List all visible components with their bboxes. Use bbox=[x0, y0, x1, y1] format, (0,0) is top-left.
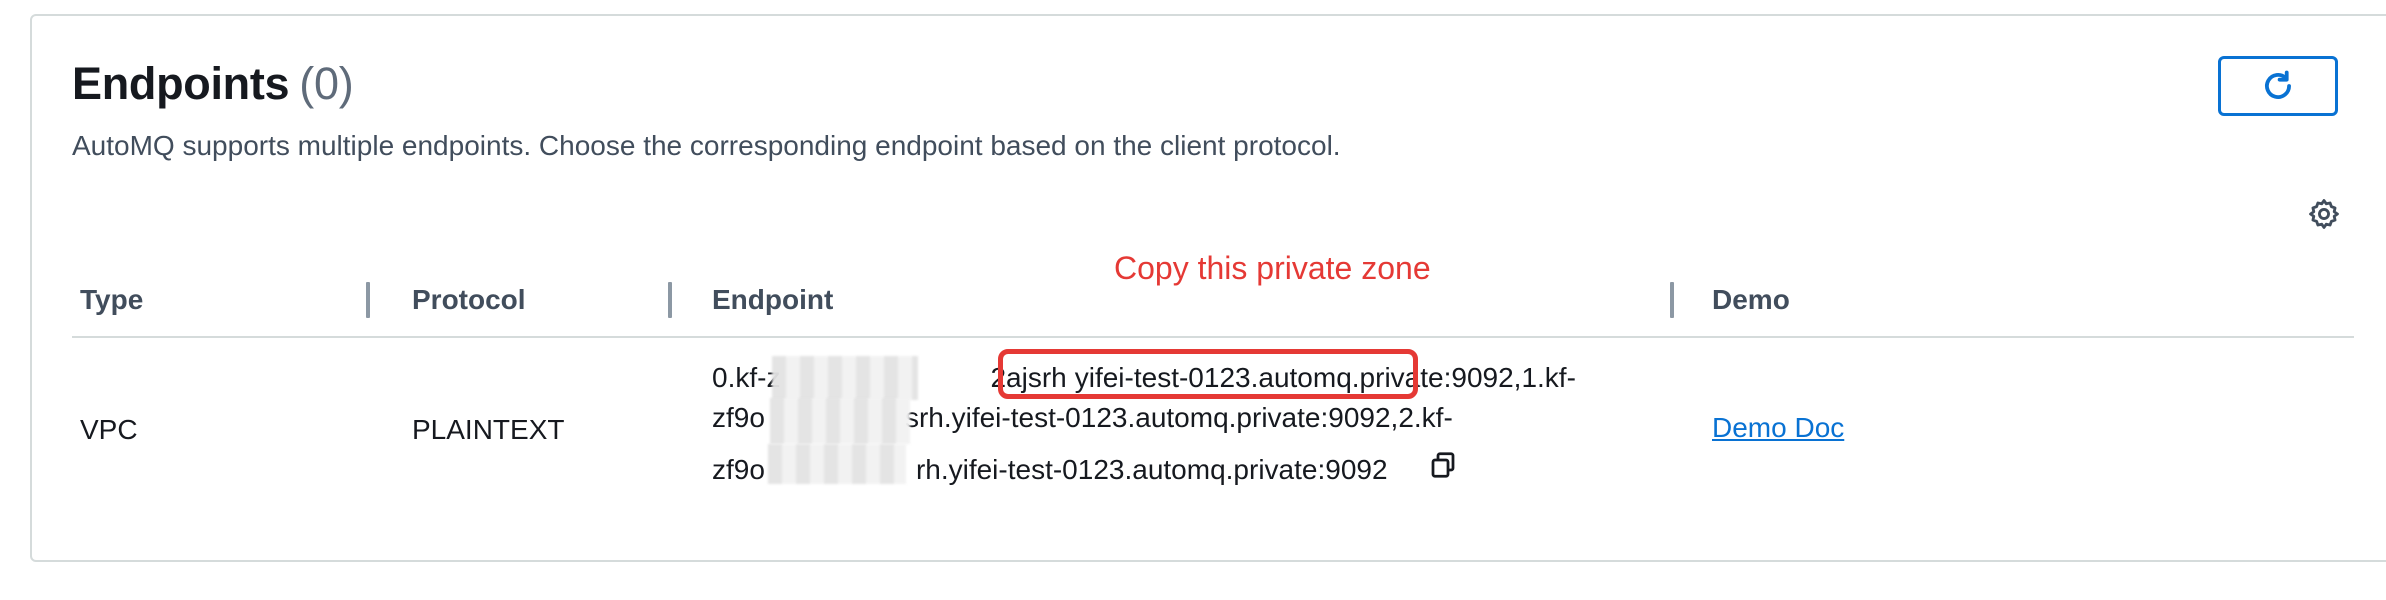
cell-protocol: PLAINTEXT bbox=[412, 414, 565, 445]
column-header-protocol[interactable]: Protocol bbox=[412, 284, 526, 316]
column-divider[interactable] bbox=[366, 282, 370, 318]
endpoint-text: zf9o bbox=[712, 402, 765, 433]
column-header-type[interactable]: Type bbox=[80, 284, 143, 316]
panel-description: AutoMQ supports multiple endpoints. Choo… bbox=[72, 130, 1341, 161]
column-header-endpoint[interactable]: Endpoint bbox=[712, 284, 833, 316]
redaction-blur bbox=[770, 398, 910, 444]
column-header-demo[interactable]: Demo bbox=[1712, 284, 1790, 316]
copy-icon[interactable] bbox=[1428, 450, 1458, 480]
refresh-button[interactable] bbox=[2218, 56, 2338, 116]
annotation-label: Copy this private zone bbox=[1114, 250, 1431, 286]
endpoint-text: srh.yifei-test-0123.automq.private:9092,… bbox=[904, 402, 1453, 433]
redaction-blur bbox=[772, 356, 918, 400]
endpoint-text: 9092,1.kf- bbox=[1451, 362, 1576, 393]
title-text: Endpoints bbox=[72, 58, 290, 109]
gear-icon bbox=[2309, 199, 2339, 229]
demo-doc-link[interactable]: Demo Doc bbox=[1712, 412, 1844, 444]
column-divider[interactable] bbox=[1670, 282, 1674, 318]
cell-type: VPC bbox=[80, 414, 138, 445]
redaction-blur bbox=[768, 444, 906, 484]
table-header-divider bbox=[72, 336, 2354, 338]
table-settings-button[interactable] bbox=[2306, 196, 2342, 232]
endpoint-text: rh.yifei-test-0123.automq.private:9092 bbox=[915, 454, 1388, 485]
annotation-highlight-box bbox=[998, 349, 1418, 399]
refresh-icon bbox=[2265, 70, 2291, 99]
column-divider[interactable] bbox=[668, 282, 672, 318]
endpoint-text: 0.kf-z bbox=[712, 362, 781, 393]
endpoint-text: zf9o bbox=[712, 454, 765, 485]
endpoint-count: (0) bbox=[299, 58, 354, 109]
page-title: Endpoints (0) bbox=[72, 58, 354, 110]
